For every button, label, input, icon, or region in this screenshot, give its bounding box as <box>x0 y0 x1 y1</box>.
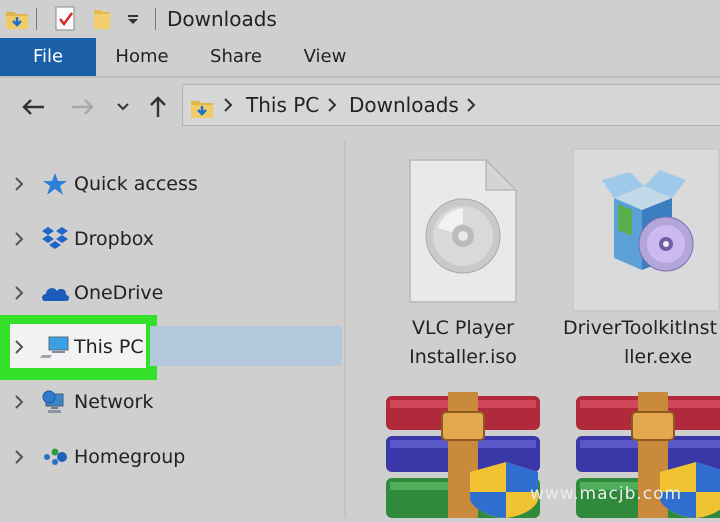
star-icon <box>40 170 70 198</box>
installer-icon <box>572 148 720 312</box>
forward-button[interactable] <box>66 90 100 124</box>
chevron-right-icon <box>223 97 233 117</box>
chevron-right-icon[interactable] <box>14 394 24 414</box>
watermark: www.macjb.com <box>530 484 683 504</box>
winrar-icon <box>386 392 540 518</box>
tab-share[interactable]: Share <box>200 38 272 76</box>
chevron-right-icon <box>327 97 337 117</box>
sidebar-item-label: Homegroup <box>74 446 186 468</box>
sidebar-item-onedrive[interactable]: OneDrive <box>0 273 344 313</box>
tab-file[interactable]: File <box>0 38 96 76</box>
window-title: Downloads <box>167 7 277 31</box>
back-button[interactable] <box>16 90 50 124</box>
sidebar-item-quick-access[interactable]: Quick access <box>0 164 344 204</box>
back-arrow-icon <box>22 99 44 115</box>
sidebar-item-dropbox[interactable]: Dropbox <box>0 219 344 259</box>
sidebar-item-homegroup[interactable]: Homegroup <box>0 437 344 477</box>
sidebar-item-label: Network <box>74 391 154 413</box>
downloads-folder-icon[interactable] <box>4 6 30 32</box>
file-name: DriverToolkitInst <box>562 317 718 339</box>
sidebar-item-label: Quick access <box>74 173 198 195</box>
tab-home[interactable]: Home <box>104 38 180 76</box>
file-name: Installer.iso <box>409 346 517 368</box>
qat-separator <box>36 8 37 30</box>
recent-locations-button[interactable] <box>112 90 134 124</box>
forward-arrow-icon <box>72 99 94 115</box>
tab-view[interactable]: View <box>290 38 360 76</box>
address-bar[interactable]: This PC Downloads <box>182 84 720 126</box>
computer-icon <box>40 333 70 361</box>
network-icon <box>40 388 70 416</box>
sidebar-item-label: OneDrive <box>74 282 164 304</box>
sidebar-item-label: This PC <box>74 336 144 358</box>
sidebar-item-this-pc[interactable]: This PC <box>0 327 344 367</box>
address-folder-icon <box>189 93 215 118</box>
title-separator <box>155 8 156 30</box>
chevron-right-icon[interactable] <box>14 231 24 251</box>
sidebar-item-network[interactable]: Network <box>0 382 344 422</box>
dropbox-icon <box>40 225 70 253</box>
new-folder-icon[interactable] <box>92 6 112 32</box>
chevron-right-icon[interactable] <box>14 449 24 469</box>
file-winrar-archive[interactable] <box>384 392 542 522</box>
cloud-icon <box>40 279 70 307</box>
chevron-right-icon[interactable] <box>14 339 24 359</box>
file-name: VLC Player <box>411 317 514 339</box>
chevron-right-icon <box>466 97 476 117</box>
customize-qat-icon[interactable] <box>126 6 140 32</box>
ribbon-divider <box>0 76 720 78</box>
sidebar-item-label: Dropbox <box>74 228 155 250</box>
breadcrumb-this-pc[interactable]: This PC <box>246 85 319 125</box>
up-button[interactable] <box>144 90 172 124</box>
chevron-right-icon[interactable] <box>14 176 24 196</box>
up-arrow-icon <box>150 96 166 117</box>
file-vlc-player-installer[interactable] <box>408 158 518 308</box>
homegroup-icon <box>40 443 70 471</box>
disc-image-icon <box>409 158 518 303</box>
breadcrumb-downloads[interactable]: Downloads <box>349 85 459 125</box>
file-name: ller.exe <box>624 346 693 368</box>
file-drivertoolkit-installer[interactable] <box>572 148 720 316</box>
chevron-right-icon[interactable] <box>14 285 24 305</box>
chevron-down-icon <box>117 103 129 111</box>
properties-icon[interactable] <box>54 6 78 32</box>
pane-divider[interactable] <box>344 140 346 518</box>
